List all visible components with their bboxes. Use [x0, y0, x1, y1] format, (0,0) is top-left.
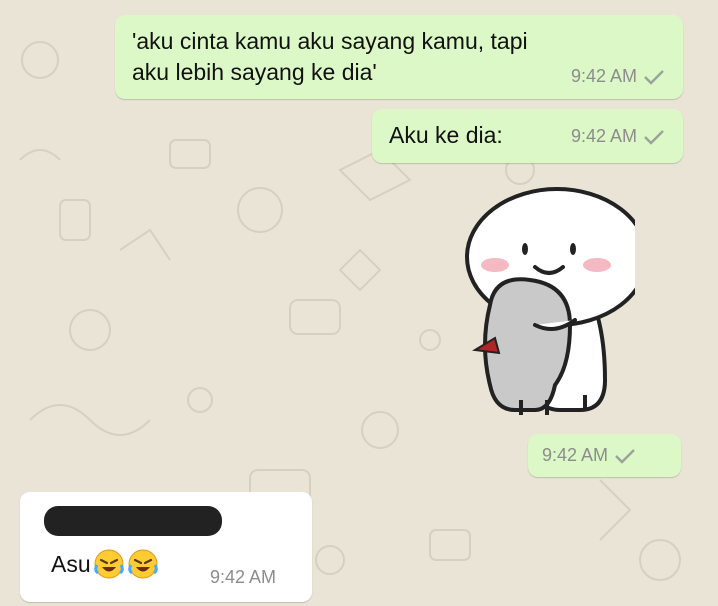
- sent-check-icon: [644, 69, 664, 85]
- outgoing-message-bubble[interactable]: Aku ke dia: 9:42 AM: [372, 109, 683, 163]
- hug-sticker[interactable]: [455, 185, 635, 425]
- message-text: Aku ke dia:: [389, 122, 503, 148]
- sent-check-icon: [615, 448, 635, 464]
- message-body: Asu: [51, 548, 159, 580]
- outgoing-message-bubble[interactable]: 'aku cinta kamu aku sayang kamu, tapi ak…: [115, 15, 683, 99]
- message-timestamp: 9:42 AM: [210, 567, 277, 587]
- message-timestamp: 9:42 AM: [542, 445, 609, 465]
- incoming-message-bubble[interactable]: Asu 9:42 AM: [20, 492, 312, 602]
- sent-check-icon: [644, 129, 664, 145]
- message-text: Asu: [51, 550, 91, 577]
- message-timestamp: 9:42 AM: [570, 66, 637, 86]
- rolling-on-floor-laughing-emoji: [127, 549, 158, 579]
- rolling-on-floor-laughing-emoji: [93, 549, 124, 579]
- sticker-timestamp-bubble: 9:42 AM: [528, 434, 681, 477]
- message-line: 'aku cinta kamu aku sayang kamu, tapi: [132, 28, 528, 54]
- message-meta: 9:42 AM: [571, 126, 665, 147]
- redacted-sender-name: [44, 506, 222, 536]
- message-timestamp: 9:42 AM: [570, 126, 637, 146]
- message-meta: 9:42 AM: [571, 66, 665, 87]
- message-meta: 9:42 AM: [542, 445, 636, 466]
